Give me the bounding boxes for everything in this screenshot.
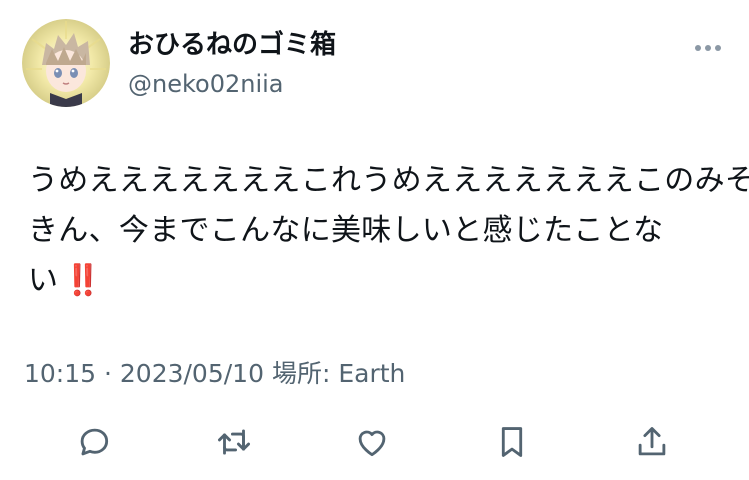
share-button[interactable] [630,420,674,464]
reply-button[interactable] [72,420,116,464]
avatar-image [22,19,110,107]
more-options-button[interactable] [686,36,730,60]
author-display-name[interactable]: おひるねのゴミ箱 [128,28,336,62]
double-exclamation-emoji: ‼️ [64,263,101,298]
bookmark-button[interactable] [490,420,534,464]
heart-icon [358,430,386,457]
tweet-text-line: うめえええええええこれうめえええええええこのみそ [28,163,749,198]
share-upload-icon [638,427,666,456]
tweet-timestamp[interactable]: 10:15 · 2023/05/10 [24,359,264,388]
tweet-text: うめえええええええこれうめえええええええこのみそ きん、今までこんなに美味しいと… [28,156,749,306]
like-button[interactable] [350,420,394,464]
tweet-meta: 10:15 · 2023/05/10 場所: Earth [24,356,405,392]
tweet-text-segment: い [28,263,59,298]
bookmark-icon [501,427,523,457]
location-value: Earth [338,359,406,388]
author-handle[interactable]: @neko02niia [128,68,284,100]
speech-bubble-icon [80,428,109,456]
retweet-button[interactable] [212,420,256,464]
tweet-text-line: きん、今までこんなに美味しいと感じたことな [28,213,664,248]
location-label: 場所: [271,359,331,388]
retweet-icon [218,429,250,455]
tweet-text-line: い ‼️ [28,256,728,306]
avatar[interactable] [22,19,110,107]
more-horizontal-icon [695,45,721,51]
